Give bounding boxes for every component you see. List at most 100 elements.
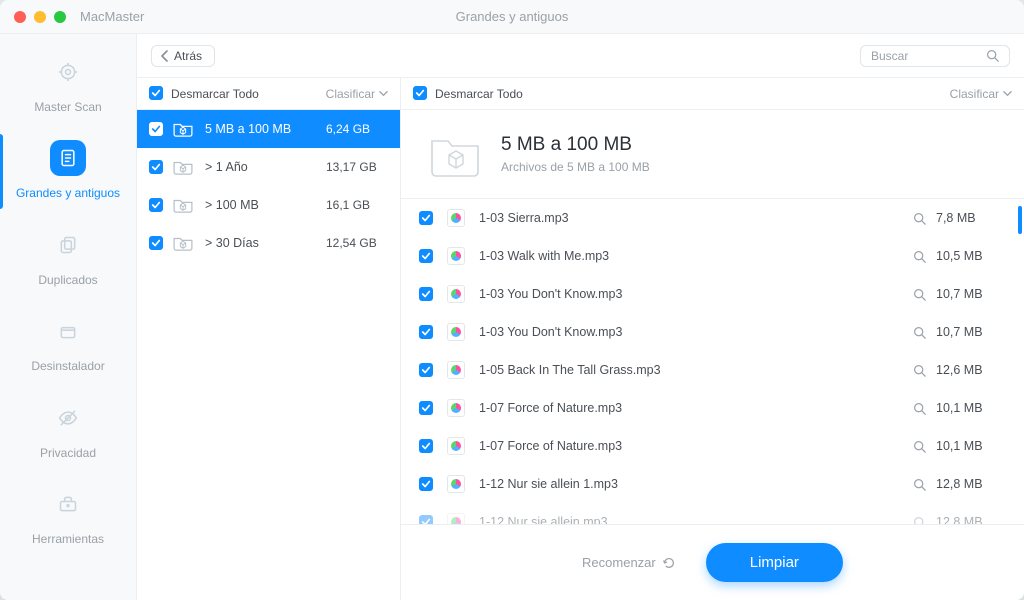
copies-icon xyxy=(50,227,86,263)
deselect-all-files-checkbox[interactable] xyxy=(413,86,427,101)
folder-icon xyxy=(173,197,193,213)
audio-file-icon xyxy=(447,209,465,227)
file-row[interactable]: 1-05 Back In The Tall Grass.mp312,6 MB xyxy=(401,351,1024,389)
file-checkbox[interactable] xyxy=(419,515,433,525)
file-row[interactable]: 1-03 Sierra.mp37,8 MB xyxy=(401,199,1024,237)
eye-off-icon xyxy=(50,400,86,436)
audio-file-icon xyxy=(447,247,465,265)
deselect-all-checkbox[interactable] xyxy=(149,86,163,101)
file-checkbox[interactable] xyxy=(419,363,433,378)
category-header: Desmarcar Todo Clasificar xyxy=(137,78,400,110)
category-checkbox[interactable] xyxy=(149,198,163,213)
clean-button[interactable]: Limpiar xyxy=(706,543,843,582)
search-input[interactable]: Buscar xyxy=(860,45,1010,67)
category-hero: 5 MB a 100 MB Archivos de 5 MB a 100 MB xyxy=(401,110,1024,199)
file-row[interactable]: 1-12 Nur sie allein.mp312,8 MB xyxy=(401,503,1024,524)
close-icon[interactable] xyxy=(14,11,26,23)
file-row[interactable]: 1-03 You Don't Know.mp310,7 MB xyxy=(401,275,1024,313)
file-checkbox[interactable] xyxy=(419,477,433,492)
category-checkbox[interactable] xyxy=(149,236,163,251)
reveal-button[interactable] xyxy=(913,478,926,491)
sidebar-item-label: Duplicados xyxy=(38,273,97,287)
file-name: 1-03 Sierra.mp3 xyxy=(479,211,913,225)
file-checkbox[interactable] xyxy=(419,439,433,454)
file-row[interactable]: 1-07 Force of Nature.mp3 10,1 MB xyxy=(401,389,1024,427)
sidebar: Master Scan Grandes y antiguos Duplicados D… xyxy=(0,34,136,600)
chevron-down-icon xyxy=(379,89,388,98)
toolbox-icon xyxy=(50,486,86,522)
reveal-button[interactable] xyxy=(913,212,926,225)
file-row[interactable]: 1-07 Force of Nature.mp310,1 MB xyxy=(401,427,1024,465)
deselect-all-label[interactable]: Desmarcar Todo xyxy=(171,87,259,101)
file-name: 1-07 Force of Nature.mp3 xyxy=(479,439,913,453)
category-checkbox[interactable] xyxy=(149,160,163,175)
sidebar-item-large-old[interactable]: Grandes y antiguos xyxy=(0,128,136,214)
file-name: 1-03 Walk with Me.mp3 xyxy=(479,249,913,263)
back-button[interactable]: Atrás xyxy=(151,45,215,67)
file-row[interactable]: 1-03 Walk with Me.mp310,5 MB xyxy=(401,237,1024,275)
audio-file-icon xyxy=(447,361,465,379)
file-pane: Desmarcar Todo Clasificar xyxy=(401,78,1024,600)
file-row[interactable]: 1-03 You Don't Know.mp310,7 MB xyxy=(401,313,1024,351)
category-row[interactable]: 5 MB a 100 MB 6,24 GB xyxy=(137,110,400,148)
category-sort-button[interactable]: Clasificar xyxy=(326,87,388,101)
file-checkbox[interactable] xyxy=(419,401,433,416)
sidebar-item-tools[interactable]: Herramientas xyxy=(0,474,136,560)
reveal-button[interactable] xyxy=(913,288,926,301)
search-icon xyxy=(986,49,999,62)
sidebar-item-privacy[interactable]: Privacidad xyxy=(0,388,136,474)
deselect-all-files-label[interactable]: Desmarcar Todo xyxy=(435,87,523,101)
sidebar-item-uninstaller[interactable]: Desinstalador xyxy=(0,301,136,387)
reveal-button[interactable] xyxy=(913,516,926,525)
category-size: 16,1 GB xyxy=(326,198,388,212)
category-checkbox[interactable] xyxy=(149,122,163,137)
window-title: Grandes y antiguos xyxy=(0,9,1024,24)
category-pane: Desmarcar Todo Clasificar 5 MB a 100 MB 6… xyxy=(137,78,401,600)
sidebar-item-duplicates[interactable]: Duplicados xyxy=(0,215,136,301)
category-row[interactable]: > 30 Días12,54 GB xyxy=(137,224,400,262)
target-icon xyxy=(50,54,86,90)
sidebar-item-master-scan[interactable]: Master Scan xyxy=(0,42,136,128)
minimize-icon[interactable] xyxy=(34,11,46,23)
sidebar-item-label: Grandes y antiguos xyxy=(16,186,120,200)
reveal-button[interactable] xyxy=(913,326,926,339)
file-name: 1-03 You Don't Know.mp3 xyxy=(479,325,913,339)
file-name: 1-05 Back In The Tall Grass.mp3 xyxy=(479,363,913,377)
reveal-button[interactable] xyxy=(913,250,926,263)
file-size: 10,7 MB xyxy=(936,287,996,301)
file-checkbox[interactable] xyxy=(419,249,433,264)
category-title: 5 MB a 100 MB xyxy=(501,134,650,156)
back-label: Atrás xyxy=(174,49,202,63)
audio-file-icon xyxy=(447,399,465,417)
category-row[interactable]: > 1 Año13,17 GB xyxy=(137,148,400,186)
folder-cube-icon xyxy=(429,128,481,180)
file-name: 1-12 Nur sie allein 1.mp3 xyxy=(479,477,913,491)
folder-icon xyxy=(173,159,193,175)
file-row[interactable]: 1-12 Nur sie allein 1.mp3 12,8 MB xyxy=(401,465,1024,503)
reveal-button[interactable] xyxy=(913,440,926,453)
document-icon xyxy=(50,140,86,176)
audio-file-icon xyxy=(447,475,465,493)
chevron-down-icon xyxy=(1003,89,1012,98)
reveal-button[interactable] xyxy=(913,364,926,377)
category-size: 6,24 GB xyxy=(326,122,388,136)
search-placeholder: Buscar xyxy=(871,49,908,63)
restart-button[interactable]: Recomenzar xyxy=(582,555,676,570)
file-checkbox[interactable] xyxy=(419,211,433,226)
folder-icon xyxy=(173,121,193,137)
file-size: 12,8 MB xyxy=(936,477,996,491)
file-checkbox[interactable] xyxy=(419,287,433,302)
category-row[interactable]: > 100 MB16,1 GB xyxy=(137,186,400,224)
titlebar: MacMaster Grandes y antiguos xyxy=(0,0,1024,34)
category-label: 5 MB a 100 MB xyxy=(205,122,291,136)
reveal-button[interactable] xyxy=(913,402,926,415)
file-checkbox[interactable] xyxy=(419,325,433,340)
file-sort-button[interactable]: Clasificar xyxy=(950,87,1012,101)
scrollbar-thumb[interactable] xyxy=(1018,206,1022,234)
app-name: MacMaster xyxy=(80,9,144,24)
file-size: 10,1 MB xyxy=(936,401,996,415)
category-subtitle: Archivos de 5 MB a 100 MB xyxy=(501,160,650,174)
file-name: 1-07 Force of Nature.mp3 xyxy=(479,401,913,415)
file-size: 12,8 MB xyxy=(936,515,996,524)
zoom-icon[interactable] xyxy=(54,11,66,23)
